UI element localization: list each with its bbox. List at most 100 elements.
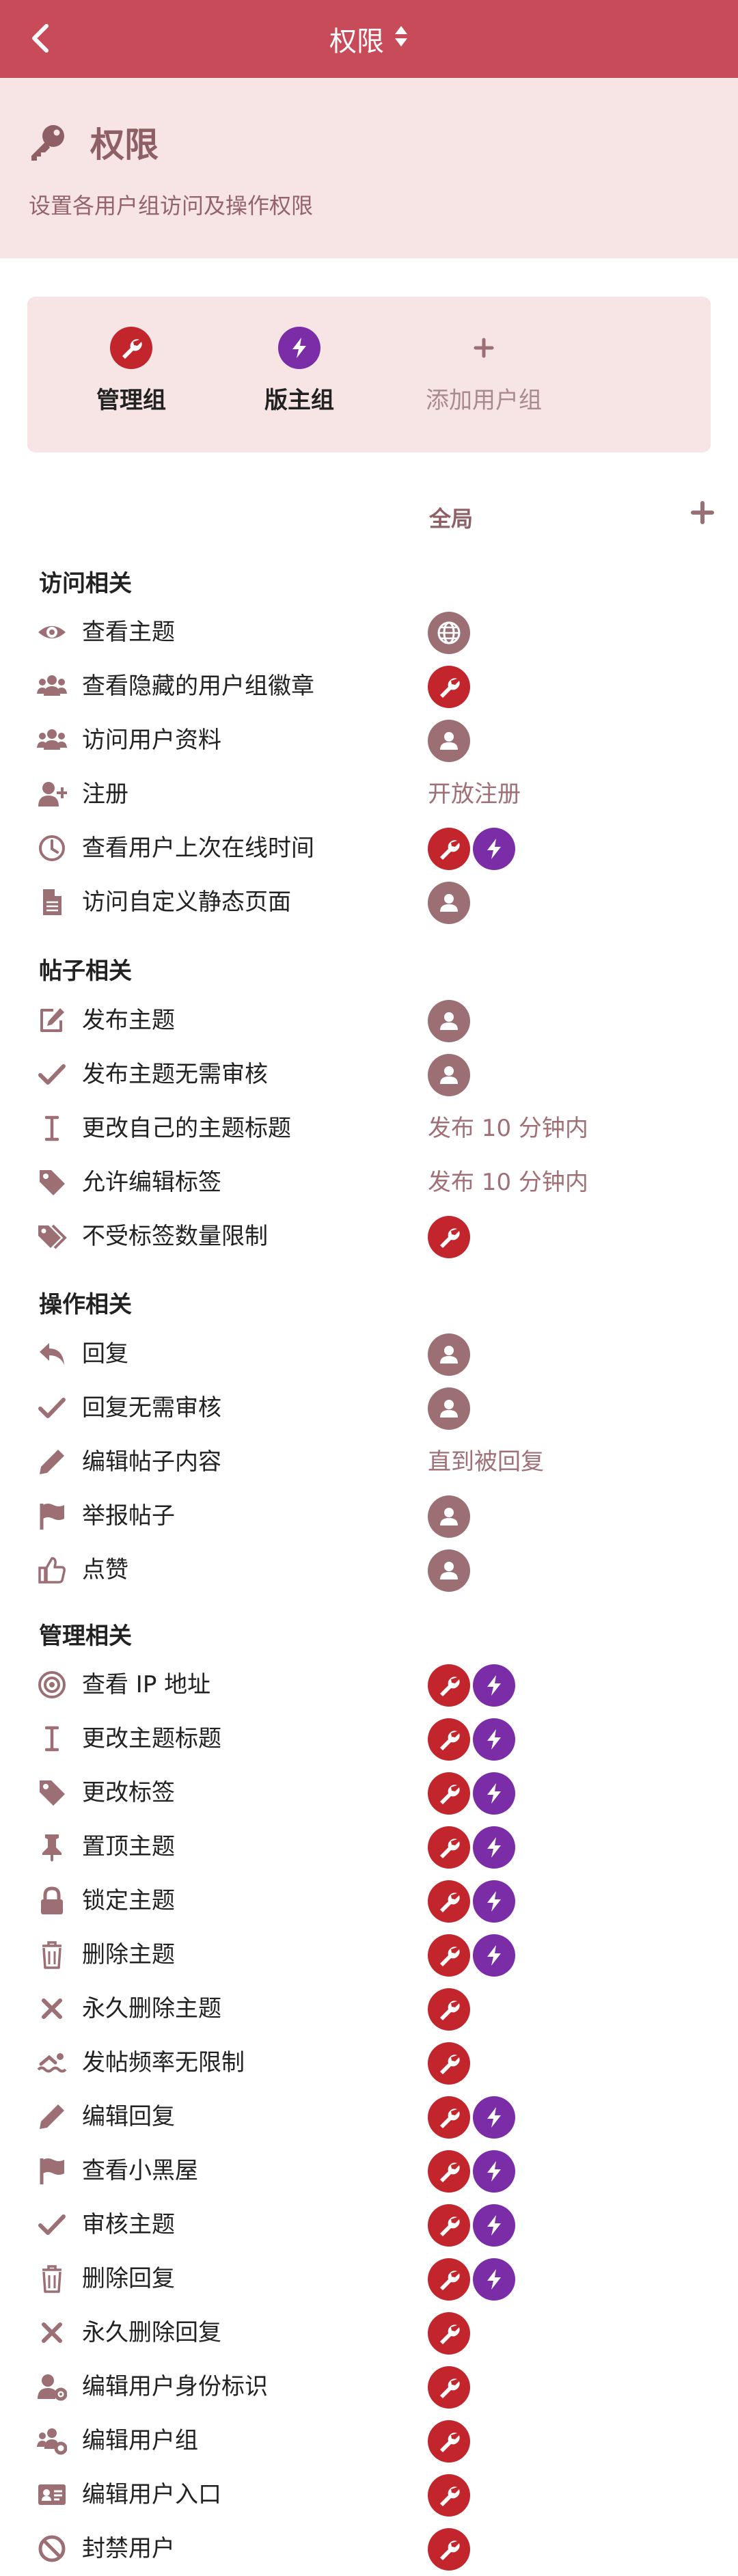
group-admin[interactable]: 管理组 [63, 327, 200, 415]
moderator-bolt-icon[interactable] [473, 2150, 515, 2193]
admin-wrench-icon[interactable] [428, 2527, 470, 2571]
permission-value[interactable] [428, 881, 470, 924]
permission-value[interactable] [428, 1664, 515, 1707]
permission-value[interactable] [428, 611, 470, 654]
flag-icon [37, 2156, 67, 2186]
moderator-bolt-icon[interactable] [473, 1718, 515, 1761]
permission-row: 回复 [0, 1327, 738, 1381]
admin-wrench-icon[interactable] [428, 665, 470, 708]
member-user-icon[interactable] [428, 999, 470, 1042]
moderator-bolt-icon[interactable] [473, 1664, 515, 1707]
permission-value[interactable]: 直到被回复 [428, 1441, 544, 1484]
permission-setting-text[interactable]: 发布 10 分钟内 [428, 1107, 588, 1150]
permission-value[interactable] [428, 2096, 515, 2139]
permission-value[interactable] [428, 1053, 470, 1096]
permission-value[interactable] [428, 1333, 470, 1376]
member-user-icon[interactable] [428, 719, 470, 762]
permission-value[interactable] [428, 1988, 470, 2031]
permission-value[interactable] [428, 1495, 470, 1538]
permission-label: 举报帖子 [82, 1502, 175, 1530]
permission-value[interactable] [428, 1772, 515, 1815]
permission-value[interactable] [428, 2527, 470, 2571]
permission-label: 访问用户资料 [82, 727, 221, 754]
moderator-bolt-icon[interactable] [473, 1826, 515, 1869]
permission-value[interactable] [428, 2365, 470, 2409]
admin-wrench-icon[interactable] [428, 2204, 470, 2247]
permission-label: 更改自己的主题标题 [82, 1115, 291, 1142]
permission-value[interactable] [428, 827, 515, 870]
permission-value[interactable] [428, 1934, 515, 1977]
member-user-icon[interactable] [428, 1549, 470, 1592]
permission-label: 查看小黑屋 [82, 2157, 198, 2184]
permission-value[interactable] [428, 1880, 515, 1923]
permission-value[interactable] [428, 2311, 470, 2355]
permission-row: 查看 IP 地址 [0, 1658, 738, 1712]
permission-value[interactable]: 开放注册 [428, 773, 521, 816]
member-user-icon[interactable] [428, 881, 470, 924]
group-moderator[interactable]: 版主组 [231, 327, 368, 415]
globe-icon[interactable] [428, 611, 470, 654]
admin-wrench-icon[interactable] [428, 1215, 470, 1258]
key-icon [27, 122, 67, 162]
permission-setting-text[interactable]: 直到被回复 [428, 1441, 544, 1484]
permission-value[interactable] [428, 719, 470, 762]
permission-value[interactable] [428, 999, 470, 1042]
admin-wrench-icon[interactable] [428, 1988, 470, 2031]
admin-wrench-icon[interactable] [428, 1664, 470, 1707]
admin-wrench-icon[interactable] [428, 1880, 470, 1923]
user-cog-icon [37, 2372, 67, 2402]
reply-icon [37, 1339, 67, 1369]
member-user-icon[interactable] [428, 1495, 470, 1538]
permission-value[interactable] [428, 1549, 470, 1592]
permission-value[interactable] [428, 1387, 470, 1430]
permission-value[interactable] [428, 2419, 470, 2463]
moderator-bolt-icon[interactable] [473, 1934, 515, 1977]
permission-value[interactable]: 发布 10 分钟内 [428, 1161, 588, 1204]
permission-value[interactable] [428, 1826, 515, 1869]
moderator-bolt-icon[interactable] [473, 2258, 515, 2301]
hero-header: 权限 设置各用户组访问及操作权限 [0, 78, 738, 258]
page-title-dropdown[interactable]: 权限 [329, 19, 409, 59]
admin-wrench-icon[interactable] [428, 2311, 470, 2355]
permission-value[interactable] [428, 665, 470, 708]
admin-wrench-icon[interactable] [428, 2419, 470, 2463]
member-user-icon[interactable] [428, 1387, 470, 1430]
moderator-bolt-icon[interactable] [473, 2204, 515, 2247]
add-group-button[interactable]: 添加用户组 [415, 327, 552, 415]
permission-value[interactable]: 发布 10 分钟内 [428, 1107, 588, 1150]
admin-wrench-icon[interactable] [428, 2365, 470, 2409]
permission-label: 注册 [82, 781, 128, 808]
permission-setting-text[interactable]: 开放注册 [428, 773, 521, 816]
back-arrow-icon[interactable] [23, 19, 62, 57]
moderator-bolt-icon[interactable] [473, 2096, 515, 2139]
admin-wrench-icon[interactable] [428, 2150, 470, 2193]
permission-value[interactable] [428, 2473, 470, 2517]
admin-wrench-icon[interactable] [428, 1826, 470, 1869]
admin-wrench-icon[interactable] [428, 2473, 470, 2517]
permission-value[interactable] [428, 1215, 470, 1258]
moderator-bolt-icon[interactable] [473, 1880, 515, 1923]
admin-wrench-icon[interactable] [428, 1718, 470, 1761]
admin-wrench-icon[interactable] [428, 1772, 470, 1815]
moderator-bolt-icon[interactable] [473, 827, 515, 870]
permission-value[interactable] [428, 2258, 515, 2301]
admin-wrench-icon[interactable] [428, 1934, 470, 1977]
admin-wrench-icon[interactable] [428, 2096, 470, 2139]
permission-value[interactable] [428, 2042, 470, 2085]
permission-row: 编辑帖子内容 直到被回复 [0, 1435, 738, 1489]
group-label: 管理组 [96, 387, 166, 414]
permission-value[interactable] [428, 2204, 515, 2247]
permission-setting-text[interactable]: 发布 10 分钟内 [428, 1161, 588, 1204]
trash-icon [37, 1940, 67, 1970]
admin-wrench-icon[interactable] [428, 827, 470, 870]
permission-row: 编辑用户组 [0, 2414, 738, 2468]
admin-wrench-icon[interactable] [428, 2258, 470, 2301]
permission-value[interactable] [428, 2150, 515, 2193]
permission-label: 查看 IP 地址 [82, 1671, 211, 1698]
admin-wrench-icon[interactable] [428, 2042, 470, 2085]
permission-value[interactable] [428, 1718, 515, 1761]
member-user-icon[interactable] [428, 1053, 470, 1096]
member-user-icon[interactable] [428, 1333, 470, 1376]
add-scope-plus-icon[interactable] [689, 499, 716, 529]
moderator-bolt-icon[interactable] [473, 1772, 515, 1815]
